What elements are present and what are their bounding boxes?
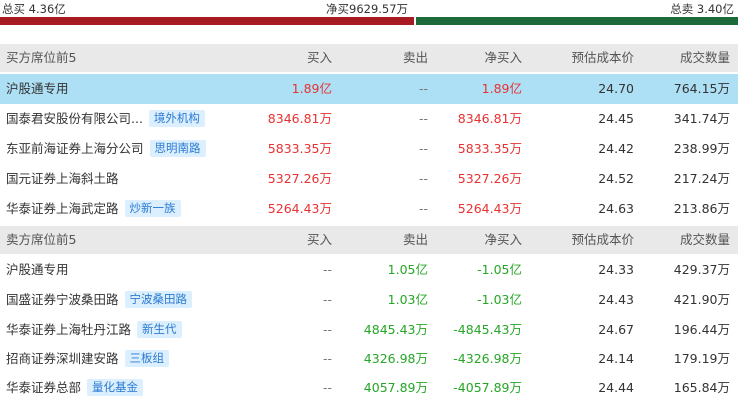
seat-tag[interactable]: 新生代: [137, 321, 182, 338]
buy-amount: 5833.35万: [267, 141, 332, 156]
buy-section-title: 买方席位前5: [6, 50, 77, 65]
volume: 421.90万: [673, 292, 730, 307]
buy-amount: --: [322, 262, 332, 277]
col-header-sell: 卖出: [402, 50, 428, 65]
sell-amount: 4326.98万: [363, 351, 428, 366]
net-amount: -1.03亿: [477, 292, 522, 307]
volume: 165.84万: [673, 380, 730, 395]
cost-price: 24.43: [598, 292, 634, 307]
seat-name[interactable]: 华泰证券上海牡丹江路 新生代: [6, 315, 182, 345]
volume: 196.44万: [673, 322, 730, 337]
seat-name[interactable]: 华泰证券总部 量化基金: [6, 373, 144, 403]
cost-price: 24.14: [598, 351, 634, 366]
sell-amount: 4845.43万: [363, 322, 428, 337]
buy-amount: --: [322, 380, 332, 395]
sell-amount: 4057.89万: [363, 380, 428, 395]
buy-row-5[interactable]: 华泰证券上海武定路 炒新一族 5264.43万 -- 5264.43万 24.63…: [0, 194, 738, 224]
total-buy-label: 总买 4.36亿: [2, 2, 66, 16]
buy-row-1[interactable]: 沪股通专用 1.89亿 -- 1.89亿 24.70 764.15万: [0, 74, 738, 104]
net-amount: 8346.81万: [457, 111, 522, 126]
seat-name[interactable]: 国盛证券宁波桑田路 宁波桑田路: [6, 285, 193, 315]
seat-name[interactable]: 国泰君安股份有限公司... 境外机构: [6, 104, 205, 134]
col-header-volume: 成交数量: [679, 50, 730, 65]
buy-amount: --: [322, 322, 332, 337]
buy-amount: --: [322, 292, 332, 307]
net-buy-label: 净买9629.57万: [326, 2, 409, 16]
seat-name[interactable]: 沪股通专用: [6, 74, 69, 104]
buy-ratio-bar: [0, 17, 414, 25]
seat-tag[interactable]: 量化基金: [87, 379, 144, 396]
buy-section-header: 买方席位前5 买入 卖出 净买入 预估成本价 成交数量: [0, 44, 738, 72]
volume: 217.24万: [673, 171, 730, 186]
seat-name[interactable]: 华泰证券上海武定路 炒新一族: [6, 194, 181, 224]
sell-amount: --: [418, 81, 428, 96]
sell-amount: --: [418, 171, 428, 186]
sell-row-4[interactable]: 招商证券深圳建安路 三板组 -- 4326.98万 -4326.98万 24.14…: [0, 344, 738, 374]
sell-section-header: 卖方席位前5 买入 卖出 净买入 预估成本价 成交数量: [0, 226, 738, 254]
buy-row-3[interactable]: 东亚前海证券上海分公司 思明南路 5833.35万 -- 5833.35万 24.…: [0, 134, 738, 164]
sell-row-3[interactable]: 华泰证券上海牡丹江路 新生代 -- 4845.43万 -4845.43万 24.6…: [0, 315, 738, 345]
cost-price: 24.44: [598, 380, 634, 395]
total-sell-label: 总卖 3.40亿: [670, 2, 734, 16]
seat-name[interactable]: 东亚前海证券上海分公司 思明南路: [6, 134, 206, 164]
buy-row-4[interactable]: 国元证券上海斜土路 5327.26万 -- 5327.26万 24.52 217…: [0, 164, 738, 194]
buy-amount: 1.89亿: [291, 81, 332, 96]
cost-price: 24.42: [598, 141, 634, 156]
seat-name[interactable]: 招商证券深圳建安路 三板组: [6, 344, 170, 374]
sell-row-2[interactable]: 国盛证券宁波桑田路 宁波桑田路 -- 1.03亿 -1.03亿 24.43 421…: [0, 285, 738, 315]
buy-row-2[interactable]: 国泰君安股份有限公司... 境外机构 8346.81万 -- 8346.81万 2…: [0, 104, 738, 134]
cost-price: 24.33: [598, 262, 634, 277]
cost-price: 24.63: [598, 201, 634, 216]
buy-amount: 8346.81万: [267, 111, 332, 126]
col-header-cost: 预估成本价: [571, 232, 634, 247]
sell-amount: --: [418, 111, 428, 126]
volume: 179.19万: [673, 351, 730, 366]
sell-amount: 1.05亿: [387, 262, 428, 277]
sell-ratio-bar: [416, 17, 738, 25]
net-amount: -4845.43万: [453, 322, 522, 337]
col-header-buy: 买入: [306, 50, 332, 65]
net-amount: 5327.26万: [457, 171, 522, 186]
net-amount: -4326.98万: [453, 351, 522, 366]
net-amount: 5264.43万: [457, 201, 522, 216]
cost-price: 24.52: [598, 171, 634, 186]
seat-tag[interactable]: 境外机构: [148, 110, 205, 127]
volume: 213.86万: [673, 201, 730, 216]
volume: 764.15万: [673, 81, 730, 96]
volume: 341.74万: [673, 111, 730, 126]
seat-tag[interactable]: 宁波桑田路: [124, 291, 193, 308]
seat-name[interactable]: 沪股通专用: [6, 255, 69, 285]
sell-row-1[interactable]: 沪股通专用 -- 1.05亿 -1.05亿 24.33 429.37万: [0, 255, 738, 285]
cost-price: 24.67: [598, 322, 634, 337]
buy-amount: 5327.26万: [267, 171, 332, 186]
summary-bar: 总买 4.36亿 净买9629.57万 总卖 3.40亿: [0, 0, 738, 16]
col-header-net: 净买入: [484, 232, 522, 247]
net-amount: 5833.35万: [457, 141, 522, 156]
net-amount: -1.05亿: [477, 262, 522, 277]
cost-price: 24.70: [598, 81, 634, 96]
col-header-buy: 买入: [306, 232, 332, 247]
seat-tag[interactable]: 炒新一族: [124, 200, 181, 217]
seat-tag[interactable]: 思明南路: [149, 140, 206, 157]
col-header-cost: 预估成本价: [571, 50, 634, 65]
sell-amount: --: [418, 201, 428, 216]
buy-amount: 5264.43万: [267, 201, 332, 216]
net-amount: 1.89亿: [481, 81, 522, 96]
seat-tag[interactable]: 三板组: [124, 350, 170, 367]
seat-name[interactable]: 国元证券上海斜土路: [6, 164, 119, 194]
col-header-sell: 卖出: [402, 232, 428, 247]
volume: 429.37万: [673, 262, 730, 277]
sell-amount: --: [418, 141, 428, 156]
net-amount: -4057.89万: [453, 380, 522, 395]
col-header-net: 净买入: [484, 50, 522, 65]
col-header-volume: 成交数量: [679, 232, 730, 247]
sell-row-5[interactable]: 华泰证券总部 量化基金 -- 4057.89万 -4057.89万 24.44 1…: [0, 373, 738, 401]
sell-section-title: 卖方席位前5: [6, 232, 77, 247]
sell-amount: 1.03亿: [387, 292, 428, 307]
cost-price: 24.45: [598, 111, 634, 126]
buy-amount: --: [322, 351, 332, 366]
volume: 238.99万: [673, 141, 730, 156]
